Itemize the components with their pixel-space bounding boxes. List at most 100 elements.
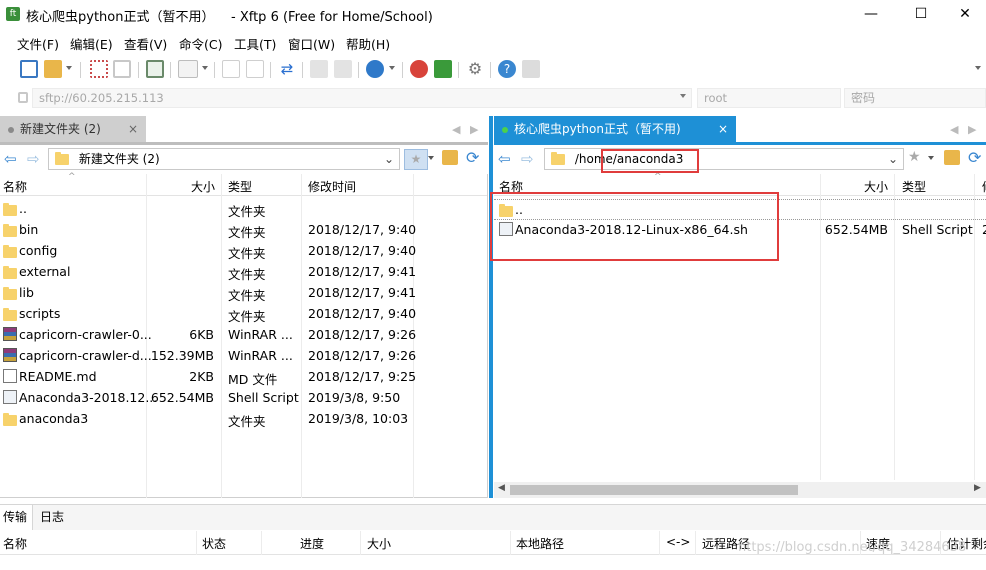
col-size[interactable]: 大小 — [191, 178, 215, 195]
paste-icon[interactable] — [334, 60, 352, 78]
col-size[interactable]: 大小 — [864, 178, 888, 195]
file-row[interactable]: capricorn-crawler-d... 152.39MB WinRAR ...… — [0, 346, 487, 367]
file-row[interactable]: Anaconda3-2018.12... 652.54MB Shell Script… — [0, 388, 487, 409]
password-field[interactable]: 密码 — [844, 88, 986, 108]
scroll-right-icon[interactable]: ▶ — [974, 483, 981, 493]
folder-icon — [3, 308, 17, 321]
host-field[interactable]: sftp://60.205.215.113 — [32, 88, 692, 108]
bookmark-star-icon[interactable]: ★ — [404, 149, 428, 170]
col-direction[interactable]: <-> — [666, 535, 690, 549]
file-modified: 2018/12/17, 9:26 — [308, 348, 417, 363]
home-folder-icon[interactable] — [944, 150, 960, 165]
col-local-path[interactable]: 本地路径 — [516, 535, 564, 552]
refresh-icon[interactable]: ⟳ — [466, 148, 479, 167]
file-row[interactable]: config 文件夹 2018/12/17, 9:40 — [0, 241, 487, 262]
col-modified[interactable]: 修 — [982, 178, 986, 195]
help-icon[interactable]: ? — [498, 60, 516, 78]
chat-icon[interactable] — [522, 60, 540, 78]
col-size[interactable]: 大小 — [367, 535, 391, 552]
refresh-icon[interactable]: ⟳ — [968, 148, 981, 167]
col-status[interactable]: 状态 — [202, 535, 226, 552]
terminal-icon[interactable] — [178, 60, 198, 78]
menu-help[interactable]: 帮助(H) — [346, 34, 390, 53]
download-icon[interactable] — [246, 60, 264, 78]
horizontal-scrollbar[interactable]: ◀ ▶ — [494, 482, 986, 498]
maximize-button[interactable]: ☐ — [898, 0, 944, 28]
file-row[interactable]: anaconda3 文件夹 2019/3/8, 10:03 — [0, 409, 487, 430]
col-type[interactable]: 类型 — [228, 178, 252, 195]
disconnect-icon[interactable] — [113, 60, 131, 78]
menu-edit[interactable]: 编辑(E) — [70, 34, 113, 53]
close-icon[interactable]: × — [128, 116, 138, 142]
file-row[interactable]: bin 文件夹 2018/12/17, 9:40 — [0, 220, 487, 241]
xshell-icon[interactable] — [410, 60, 428, 78]
back-arrow-icon[interactable]: ⇦ — [498, 150, 511, 168]
file-row[interactable]: .. 文件夹 — [0, 199, 487, 220]
connect-icon[interactable] — [90, 60, 108, 78]
close-icon[interactable]: × — [718, 116, 728, 142]
remote-path-input[interactable]: /home/anaconda3 ⌄ — [544, 148, 904, 170]
chevron-down-icon[interactable] — [428, 156, 434, 160]
col-modified[interactable]: 修改时间 — [308, 178, 356, 195]
tab-transfer[interactable]: 传输 — [0, 505, 33, 530]
gear-icon[interactable]: ⚙ — [466, 60, 484, 78]
tab-scroll-left-icon[interactable]: ◀ — [452, 123, 460, 136]
chevron-down-icon[interactable] — [680, 94, 686, 98]
file-row[interactable]: lib 文件夹 2018/12/17, 9:41 — [0, 283, 487, 304]
file-row[interactable]: README.md 2KB MD 文件 2018/12/17, 9:25 — [0, 367, 487, 388]
back-arrow-icon[interactable]: ⇦ — [4, 150, 17, 168]
tab-scroll-right-icon[interactable]: ▶ — [968, 123, 976, 136]
globe-icon[interactable] — [366, 60, 384, 78]
chevron-down-icon[interactable] — [389, 66, 395, 70]
chevron-down-icon[interactable]: ⌄ — [888, 149, 898, 169]
new-session-icon[interactable] — [20, 60, 38, 78]
open-folder-icon[interactable] — [44, 60, 62, 78]
col-progress[interactable]: 进度 — [300, 535, 324, 552]
minimize-button[interactable]: — — [848, 0, 894, 28]
file-row[interactable]: capricorn-crawler-0... 6KB WinRAR ... 2018/… — [0, 325, 487, 346]
menu-tools[interactable]: 工具(T) — [234, 34, 276, 53]
menu-file[interactable]: 文件(F) — [17, 34, 59, 53]
right-path-bar: ⇦ ⇨ /home/anaconda3 ⌄ ★ ⟳ — [494, 146, 986, 172]
forward-arrow-icon[interactable]: ⇨ — [521, 150, 534, 168]
file-modified: 2019/3/8, 10:03 — [308, 411, 409, 426]
col-type[interactable]: 类型 — [902, 178, 926, 195]
copy-icon[interactable] — [310, 60, 328, 78]
sync-arrows-icon[interactable]: ⇄ — [278, 60, 296, 78]
properties-icon[interactable] — [146, 60, 164, 78]
right-tab-strip: 核心爬虫python正式（暂不用) × ◀ ▶ — [494, 116, 986, 142]
home-folder-icon[interactable] — [442, 150, 458, 165]
scroll-left-icon[interactable]: ◀ — [498, 483, 505, 493]
close-button[interactable]: ✕ — [942, 0, 986, 28]
chevron-down-icon[interactable] — [928, 156, 934, 160]
tab-local[interactable]: 新建文件夹 (2) × — [0, 116, 146, 142]
chevron-down-icon[interactable] — [66, 66, 72, 70]
scrollbar-thumb[interactable] — [510, 485, 798, 495]
file-modified: 2018/12/17, 9:41 — [308, 264, 417, 279]
menu-command[interactable]: 命令(C) — [179, 34, 222, 53]
file-type: 文件夹 — [228, 246, 266, 261]
col-name[interactable]: 名称 — [3, 535, 27, 552]
chevron-down-icon[interactable] — [975, 66, 981, 70]
tab-scroll-left-icon[interactable]: ◀ — [950, 123, 958, 136]
file-type: 文件夹 — [228, 225, 266, 240]
local-path-text: 新建文件夹 (2) — [78, 152, 160, 166]
forward-arrow-icon[interactable]: ⇨ — [27, 150, 40, 168]
tab-remote[interactable]: 核心爬虫python正式（暂不用) × — [494, 116, 736, 142]
upload-icon[interactable] — [222, 60, 240, 78]
local-path-input[interactable]: 新建文件夹 (2) ⌄ — [48, 148, 400, 170]
file-row[interactable]: external 文件夹 2018/12/17, 9:41 — [0, 262, 487, 283]
menu-window[interactable]: 窗口(W) — [288, 34, 335, 53]
tab-scroll-right-icon[interactable]: ▶ — [470, 123, 478, 136]
chevron-down-icon[interactable] — [202, 66, 208, 70]
menu-view[interactable]: 查看(V) — [124, 34, 167, 53]
chevron-down-icon[interactable]: ⌄ — [384, 149, 394, 169]
bookmark-star-icon[interactable]: ★ — [908, 149, 921, 165]
tab-label: 核心爬虫python正式（暂不用) — [514, 122, 681, 136]
username-field[interactable]: root — [697, 88, 841, 108]
tab-log[interactable]: 日志 — [40, 505, 64, 530]
file-size: 652.54MB — [150, 390, 214, 405]
xftp-icon[interactable] — [434, 60, 452, 78]
col-name[interactable]: 名称 — [3, 178, 27, 195]
file-row[interactable]: scripts 文件夹 2018/12/17, 9:40 — [0, 304, 487, 325]
